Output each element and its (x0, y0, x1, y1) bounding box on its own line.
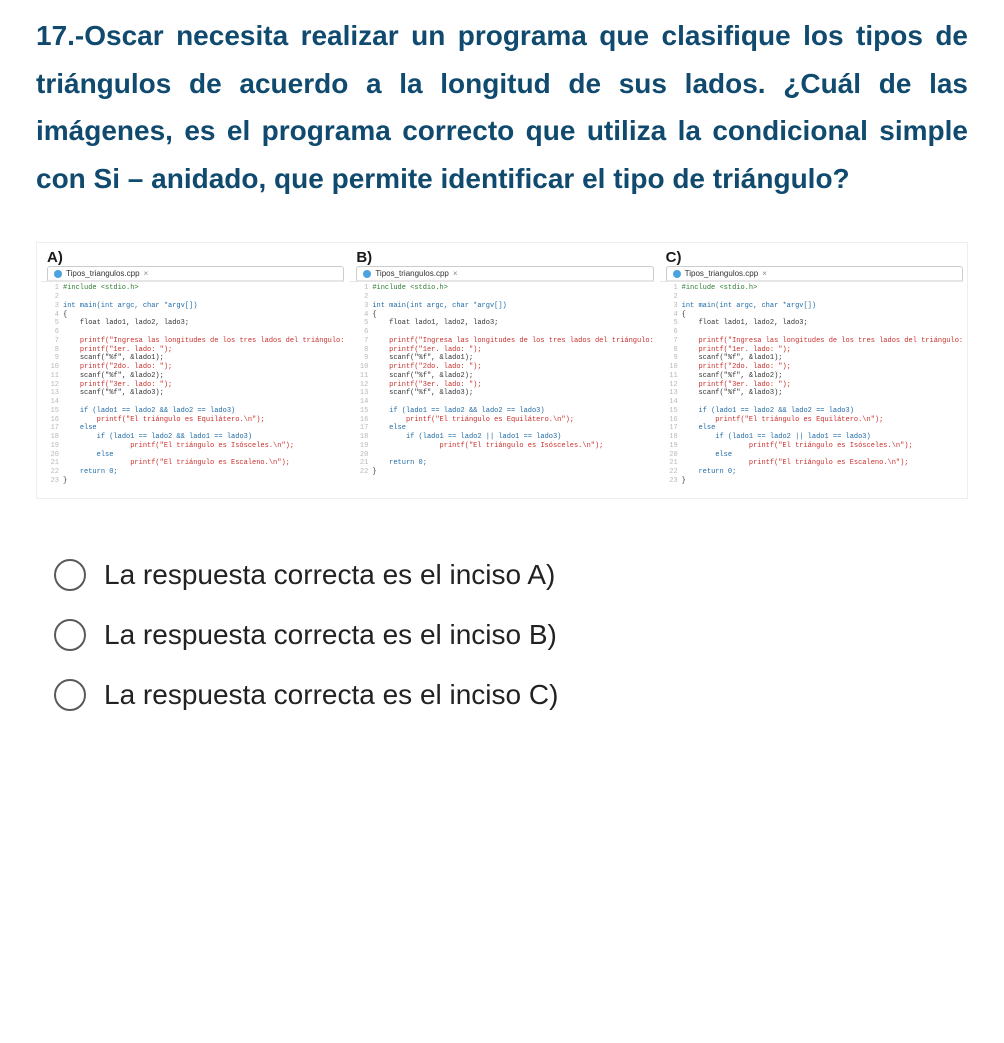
option-a-text: La respuesta correcta es el inciso A) (104, 559, 555, 591)
column-label-b: B) (350, 247, 653, 266)
code-listing-b: 1#include <stdio.h> 2 3int main(int argc… (350, 281, 653, 481)
code-column-c: C) Tipos_triangulos.cpp × 1#include <std… (660, 247, 963, 489)
cpp-file-icon (363, 270, 371, 278)
editor-tab-b: Tipos_triangulos.cpp × (356, 266, 653, 281)
radio-icon[interactable] (54, 619, 86, 651)
answer-options: La respuesta correcta es el inciso A) La… (36, 559, 968, 711)
code-column-a: A) Tipos_triangulos.cpp × 1#include <std… (41, 247, 344, 489)
option-b[interactable]: La respuesta correcta es el inciso B) (54, 619, 968, 651)
editor-tab-a: Tipos_triangulos.cpp × (47, 266, 344, 281)
radio-icon[interactable] (54, 559, 86, 591)
close-icon: × (144, 269, 149, 278)
option-c[interactable]: La respuesta correcta es el inciso C) (54, 679, 968, 711)
tab-filename-b: Tipos_triangulos.cpp (375, 269, 449, 278)
close-icon: × (453, 269, 458, 278)
editor-tab-c: Tipos_triangulos.cpp × (666, 266, 963, 281)
code-listing-c: 1#include <stdio.h> 2 3int main(int argc… (660, 281, 963, 489)
option-b-text: La respuesta correcta es el inciso B) (104, 619, 557, 651)
tab-filename-a: Tipos_triangulos.cpp (66, 269, 140, 278)
tab-filename-c: Tipos_triangulos.cpp (685, 269, 759, 278)
option-a[interactable]: La respuesta correcta es el inciso A) (54, 559, 968, 591)
option-c-text: La respuesta correcta es el inciso C) (104, 679, 558, 711)
code-column-b: B) Tipos_triangulos.cpp × 1#include <std… (350, 247, 653, 489)
question-text: 17.-Oscar necesita realizar un programa … (36, 12, 968, 202)
code-images-row: A) Tipos_triangulos.cpp × 1#include <std… (36, 242, 968, 498)
page-root: 17.-Oscar necesita realizar un programa … (0, 0, 1004, 751)
radio-icon[interactable] (54, 679, 86, 711)
code-listing-a: 1#include <stdio.h> 2 3int main(int argc… (41, 281, 344, 489)
close-icon: × (762, 269, 767, 278)
column-label-a: A) (41, 247, 344, 266)
column-label-c: C) (660, 247, 963, 266)
cpp-file-icon (673, 270, 681, 278)
cpp-file-icon (54, 270, 62, 278)
